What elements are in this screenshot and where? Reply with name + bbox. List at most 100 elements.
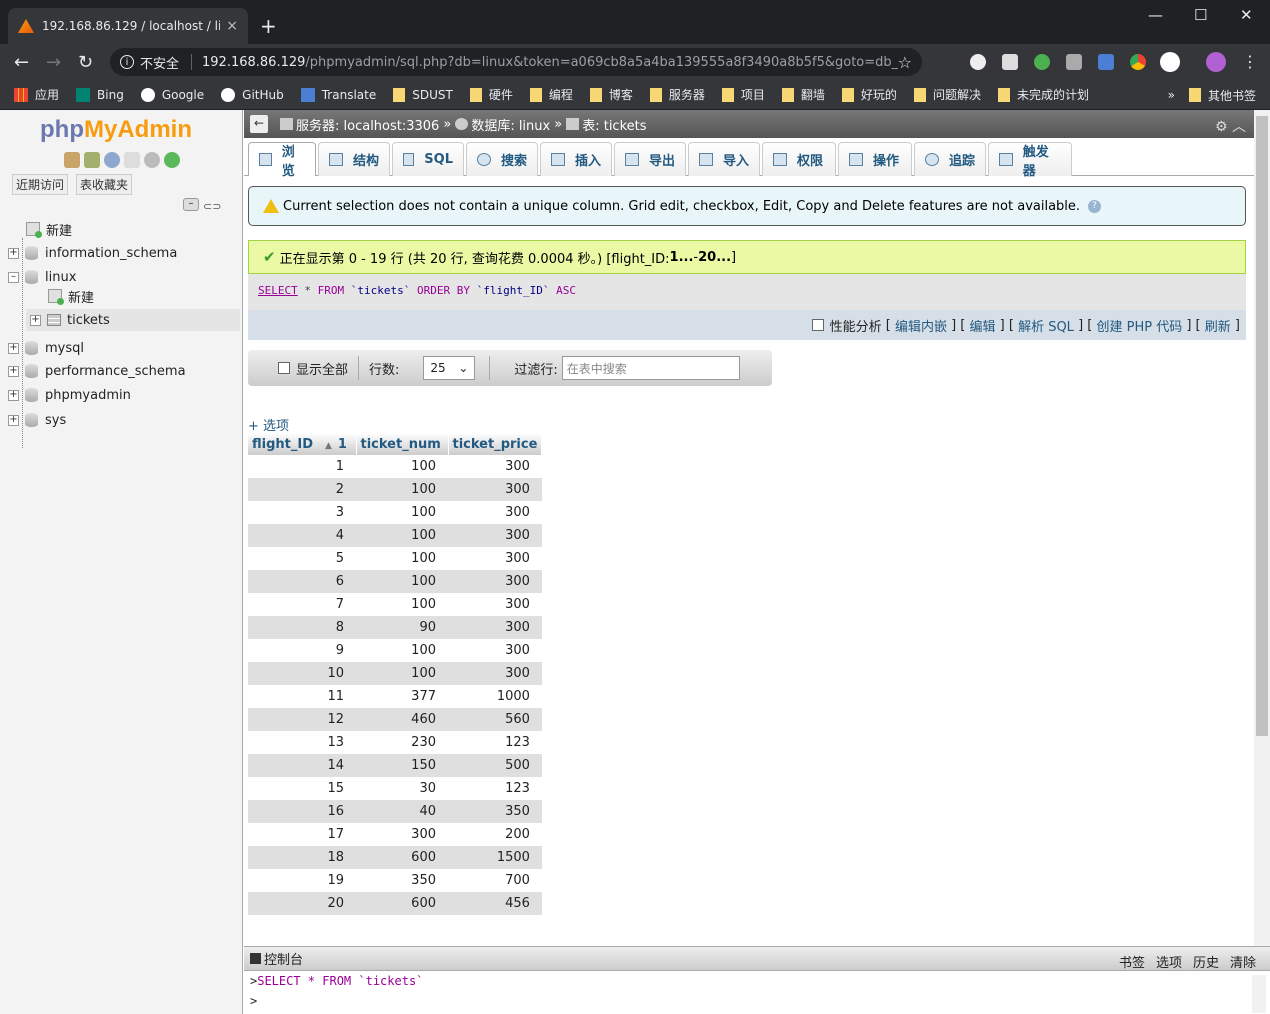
- console-history-button[interactable]: 历史: [1193, 952, 1219, 971]
- breadcrumb-database[interactable]: 数据库: linux: [471, 115, 550, 134]
- expand-icon[interactable]: +: [8, 365, 19, 377]
- back-arrow-icon[interactable]: ←: [14, 52, 29, 73]
- favorites-button[interactable]: 表收藏夹: [76, 174, 133, 195]
- explain-sql-link[interactable]: 解析 SQL: [1018, 316, 1074, 335]
- bookmark-folder-sdust[interactable]: SDUST: [393, 87, 453, 102]
- settings-gear-icon[interactable]: ⚙ ︿: [1215, 116, 1246, 136]
- bookmark-folder-blog[interactable]: 博客: [589, 86, 633, 103]
- tab-export[interactable]: 导出: [614, 142, 686, 176]
- console-history-query[interactable]: SELECT * FROM `tickets`: [257, 974, 423, 988]
- tab-tracking[interactable]: 追踪: [914, 142, 986, 176]
- tree-db-phpmyadmin[interactable]: + phpmyadmin: [8, 384, 131, 406]
- tree-linux-new-table[interactable]: 新建: [48, 285, 94, 307]
- phpmyadmin-logo[interactable]: phpMyAdmin: [40, 116, 192, 144]
- column-header-flight-id[interactable]: flight_ID ▲ 1: [248, 433, 357, 455]
- tree-new-database[interactable]: 新建: [26, 218, 72, 240]
- expand-icon[interactable]: +: [8, 414, 19, 426]
- collapse-icon[interactable]: –: [8, 271, 19, 283]
- profile-avatar[interactable]: [1206, 52, 1226, 72]
- help-icon[interactable]: ?: [1088, 199, 1102, 213]
- forward-arrow-icon[interactable]: →: [46, 52, 61, 73]
- console-scrollbar[interactable]: [1252, 975, 1266, 1013]
- bookmark-folder-programming[interactable]: 编程: [529, 86, 573, 103]
- tree-db-mysql[interactable]: + mysql: [8, 337, 84, 359]
- close-window-button[interactable]: ✕: [1240, 6, 1253, 24]
- minimize-button[interactable]: —: [1148, 6, 1163, 24]
- bookmark-apps[interactable]: 应用: [14, 86, 59, 103]
- console-clear-button[interactable]: 清除: [1230, 952, 1256, 971]
- tree-table-tickets[interactable]: + tickets: [26, 309, 240, 331]
- inline-edit-link[interactable]: 编辑内嵌: [895, 316, 947, 335]
- options-link[interactable]: + 选项: [248, 415, 289, 434]
- bookmark-google[interactable]: Google: [140, 87, 204, 102]
- collapse-up-icon[interactable]: ︿: [1232, 119, 1246, 135]
- page-scrollbar[interactable]: [1254, 110, 1270, 946]
- tab-sql[interactable]: SQL: [392, 142, 464, 176]
- reload-icon[interactable]: ↻: [78, 52, 93, 73]
- bookmark-bing[interactable]: Bing: [76, 87, 124, 102]
- expand-icon[interactable]: +: [8, 342, 19, 354]
- sql-keyword[interactable]: SELECT: [258, 284, 298, 297]
- refresh-link[interactable]: 刷新: [1205, 316, 1231, 335]
- recent-button[interactable]: 近期访问: [12, 174, 69, 195]
- extension-camera-icon[interactable]: [1066, 54, 1082, 70]
- tree-db-information-schema[interactable]: + information_schema: [8, 242, 177, 264]
- docs-icon[interactable]: [124, 152, 140, 168]
- bookmark-folder-server[interactable]: 服务器: [649, 86, 705, 103]
- profiling-checkbox[interactable]: [811, 319, 824, 331]
- create-php-code-link[interactable]: 创建 PHP 代码: [1096, 316, 1182, 335]
- bookmarks-overflow-button[interactable]: »: [1168, 88, 1175, 102]
- scrollbar-thumb[interactable]: [1256, 116, 1268, 736]
- browser-tab[interactable]: 192.168.86.129 / localhost / linux ×: [8, 8, 248, 44]
- tab-insert[interactable]: 插入: [540, 142, 612, 176]
- bookmark-folder-solutions[interactable]: 问题解决: [913, 86, 981, 103]
- bookmark-folder-fun[interactable]: 好玩的: [841, 86, 897, 103]
- help-icon[interactable]: [104, 152, 120, 168]
- filter-rows-input[interactable]: 在表中搜索: [561, 356, 740, 380]
- rows-select[interactable]: 25 ⌄: [423, 356, 476, 380]
- menu-dots-icon[interactable]: ⋮: [1242, 52, 1258, 71]
- extension-chrome-icon[interactable]: [1130, 54, 1146, 70]
- exit-icon[interactable]: [84, 152, 100, 168]
- extension-paw-icon[interactable]: [970, 54, 986, 70]
- console-options-button[interactable]: 选项: [1156, 952, 1182, 971]
- address-bar[interactable]: i 不安全 192.168.86.129 /phpmyadmin/sql.php…: [110, 48, 922, 76]
- bookmark-github[interactable]: GitHub: [221, 87, 284, 102]
- bookmark-folder-todo[interactable]: 未完成的计划: [997, 86, 1089, 103]
- tab-operations[interactable]: 操作: [838, 142, 912, 176]
- extension-translate-icon[interactable]: [1098, 54, 1114, 70]
- link-with-main-icon[interactable]: ⊂⊃: [203, 200, 221, 213]
- expand-icon[interactable]: +: [30, 314, 41, 326]
- tab-privileges[interactable]: 权限: [762, 142, 836, 176]
- tab-browse[interactable]: 浏览: [248, 142, 316, 179]
- extension-glasses-icon[interactable]: [1002, 54, 1018, 70]
- show-all-checkbox[interactable]: [278, 362, 290, 374]
- console-bookmarks-button[interactable]: 书签: [1119, 952, 1145, 971]
- home-icon[interactable]: [64, 152, 80, 168]
- tab-triggers[interactable]: 触发器: [988, 142, 1072, 179]
- tab-close-icon[interactable]: ×: [226, 18, 238, 34]
- breadcrumb-table[interactable]: 表: tickets: [582, 115, 646, 134]
- extension-shield-icon[interactable]: [1034, 54, 1050, 70]
- console-input-line[interactable]: >: [244, 991, 1270, 1011]
- collapse-nav-button[interactable]: ←: [250, 115, 268, 133]
- bookmark-folder-hardware[interactable]: 硬件: [469, 86, 513, 103]
- collapse-all-icon[interactable]: –: [183, 198, 199, 211]
- other-bookmarks[interactable]: 其他书签: [1188, 87, 1256, 104]
- tree-db-performance-schema[interactable]: + performance_schema: [8, 360, 186, 382]
- maximize-button[interactable]: ☐: [1194, 6, 1207, 24]
- tab-import[interactable]: 导入: [688, 142, 760, 176]
- expand-icon[interactable]: +: [8, 389, 19, 401]
- expand-icon[interactable]: +: [8, 247, 19, 259]
- settings-gear-icon[interactable]: [144, 152, 160, 168]
- reload-nav-icon[interactable]: [164, 152, 180, 168]
- bookmark-star-icon[interactable]: ☆: [898, 53, 912, 72]
- bookmark-translate[interactable]: Translate: [300, 87, 376, 102]
- column-header-ticket-price[interactable]: ticket_price: [448, 433, 543, 455]
- tab-structure[interactable]: 结构: [318, 142, 390, 176]
- breadcrumb-server[interactable]: 服务器: localhost:3306: [296, 115, 439, 134]
- edit-link[interactable]: 编辑: [970, 316, 996, 335]
- extension-evernote-icon[interactable]: [1160, 52, 1180, 72]
- column-header-ticket-num[interactable]: ticket_num: [356, 433, 449, 455]
- info-icon[interactable]: i: [120, 55, 134, 69]
